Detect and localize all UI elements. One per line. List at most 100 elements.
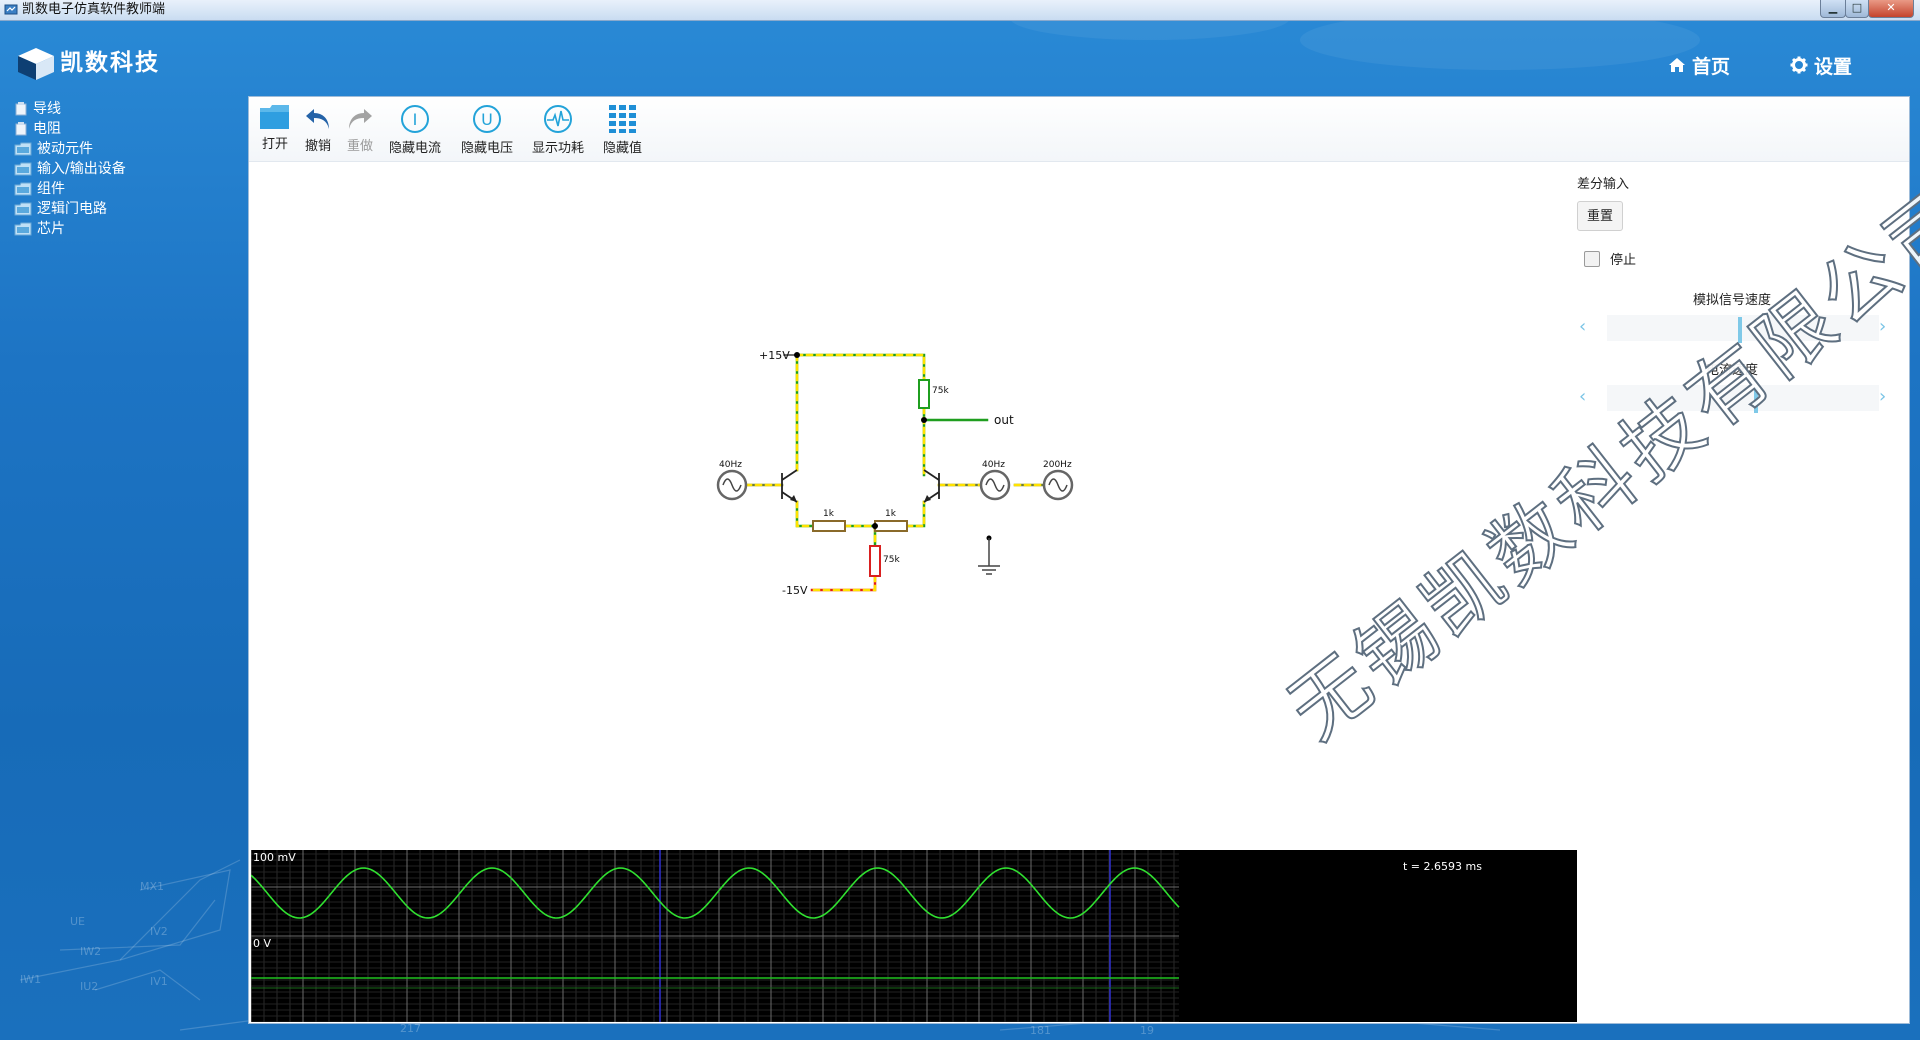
folder-icon xyxy=(14,142,32,156)
tree-item-label: 导线 xyxy=(33,101,61,117)
ground-symbol[interactable] xyxy=(978,538,1000,575)
nav-home-label: 首页 xyxy=(1692,55,1731,78)
current-speed-slider[interactable]: ‹ › xyxy=(1579,383,1891,413)
emitter-resistor-left-value: 1k xyxy=(823,509,835,519)
slider-thumb[interactable] xyxy=(1754,387,1758,413)
undo-label: 撤销 xyxy=(304,139,331,154)
reset-button[interactable]: 重置 xyxy=(1577,201,1623,231)
ac-source-right[interactable] xyxy=(979,469,1011,501)
show-power-button[interactable]: 显示功耗 xyxy=(532,103,584,159)
svg-text:MX1: MX1 xyxy=(140,880,164,893)
slider-track[interactable] xyxy=(1607,315,1879,343)
slider-track[interactable] xyxy=(1607,385,1879,413)
emitter-resistor-right[interactable] xyxy=(874,520,908,532)
maximize-button[interactable]: □ xyxy=(1845,0,1869,18)
open-button[interactable]: 打开 xyxy=(259,103,291,159)
chevron-right-icon[interactable]: › xyxy=(1879,318,1886,336)
hide-voltage-label: 隐藏电压 xyxy=(461,141,514,156)
panel-title: 差分输入 xyxy=(1577,177,1630,192)
hide-current-label: 隐藏电流 xyxy=(389,141,442,156)
power-wave-icon xyxy=(544,105,572,133)
component-icon xyxy=(15,122,27,136)
stop-label: 停止 xyxy=(1610,253,1637,268)
ac-source-far[interactable] xyxy=(1042,469,1074,501)
folder-open-icon xyxy=(260,105,289,129)
tail-resistor-value: 75k xyxy=(883,555,900,565)
close-button[interactable]: ✕ xyxy=(1868,0,1914,18)
svg-text:U: U xyxy=(481,110,493,129)
sim-speed-label: 模拟信号速度 xyxy=(1692,293,1771,308)
tree-item-logic-gates[interactable]: 逻辑门电路 xyxy=(14,199,244,219)
svg-text:I: I xyxy=(413,110,418,129)
circuit-diagram[interactable]: 75k 1k 1k 75k +15V -15V out 40Hz 40Hz 20… xyxy=(249,162,1579,847)
chevron-left-icon[interactable]: ‹ xyxy=(1579,388,1586,406)
circuit-canvas[interactable]: 75k 1k 1k 75k +15V -15V out 40Hz 40Hz 20… xyxy=(249,162,1579,847)
folder-icon xyxy=(14,202,32,216)
scope-plot xyxy=(251,850,1180,1022)
toolbar: 打开 撤销 重做 I 隐藏电流 U 隐藏电压 显示功耗 隐藏值 xyxy=(249,97,1909,162)
folder-icon xyxy=(14,162,32,176)
nav-settings[interactable]: 设置 xyxy=(1790,52,1852,78)
slider-thumb[interactable] xyxy=(1738,317,1742,343)
emitter-resistor-right-value: 1k xyxy=(885,509,897,519)
svg-text:IW1: IW1 xyxy=(20,973,41,986)
svg-text:IW2: IW2 xyxy=(80,945,101,958)
logo-mark-icon xyxy=(18,48,54,80)
transistor-left[interactable] xyxy=(781,469,798,503)
scope-zero-label: 0 V xyxy=(253,937,272,950)
tree-item-label: 逻辑门电路 xyxy=(37,201,107,217)
brand-name: 凯数科技 xyxy=(60,50,160,76)
emitter-resistor-left[interactable] xyxy=(812,520,846,532)
app-window: MX1 UE IW2 IV2 IW1 IU2 IV1 217 181 19 凯数电子仿真软… xyxy=(0,0,1920,1040)
scope-top-label: 100 mV xyxy=(253,851,296,864)
tree-item-resistor[interactable]: 电阻 xyxy=(14,119,244,139)
nav-settings-label: 设置 xyxy=(1814,55,1853,78)
hide-values-label: 隐藏值 xyxy=(603,141,643,156)
tree-item-label: 输入/输出设备 xyxy=(37,161,126,177)
window-title: 凯数电子仿真软件教师端 xyxy=(22,2,166,17)
tree-item-wire[interactable]: 导线 xyxy=(14,99,244,119)
redo-button[interactable]: 重做 xyxy=(345,103,375,159)
component-icon xyxy=(15,102,27,116)
hide-voltage-button[interactable]: U 隐藏电压 xyxy=(461,103,513,159)
tail-resistor[interactable] xyxy=(869,545,881,577)
hide-values-button[interactable]: 隐藏值 xyxy=(603,103,642,159)
hide-current-button[interactable]: I 隐藏电流 xyxy=(389,103,441,159)
vcc-label: +15V xyxy=(759,349,790,362)
stop-checkbox[interactable]: 停止 xyxy=(1584,249,1636,268)
home-icon xyxy=(1669,58,1685,72)
tree-item-label: 组件 xyxy=(37,181,65,197)
transistor-right[interactable] xyxy=(923,469,940,503)
redo-icon xyxy=(349,109,372,129)
ac-source-left[interactable] xyxy=(716,469,748,501)
gear-icon xyxy=(1790,56,1808,74)
ac-source-far-freq: 200Hz xyxy=(1043,460,1072,470)
chevron-right-icon[interactable]: › xyxy=(1879,388,1886,406)
chevron-left-icon[interactable]: ‹ xyxy=(1579,318,1586,336)
svg-text:IU2: IU2 xyxy=(80,980,98,993)
voltage-u-icon: U xyxy=(473,105,501,133)
tree-item-label: 电阻 xyxy=(33,121,61,137)
output-label: out xyxy=(994,413,1014,427)
oscilloscope[interactable]: 100 mV 0 V t = 2.6593 ms xyxy=(251,850,1577,1022)
current-i-icon: I xyxy=(401,105,429,133)
brand-logo: 凯数科技 xyxy=(14,46,164,82)
undo-icon xyxy=(306,109,329,129)
scope-time-label: t = 2.6593 ms xyxy=(1403,860,1482,873)
folder-icon xyxy=(14,182,32,196)
tree-item-chips[interactable]: 芯片 xyxy=(14,219,244,239)
folder-icon xyxy=(14,222,32,236)
ac-source-right-freq: 40Hz xyxy=(982,460,1005,470)
tree-item-components[interactable]: 组件 xyxy=(14,179,244,199)
nav-home[interactable]: 首页 xyxy=(1668,52,1730,78)
minimize-button[interactable]: ▁ xyxy=(1820,0,1846,18)
svg-text:IV2: IV2 xyxy=(150,925,168,938)
collector-resistor[interactable] xyxy=(918,379,930,409)
checkbox-box[interactable] xyxy=(1584,250,1600,267)
sim-speed-slider[interactable]: ‹ › xyxy=(1579,313,1891,343)
tree-item-io-devices[interactable]: 输入/输出设备 xyxy=(14,159,244,179)
undo-button[interactable]: 撤销 xyxy=(303,103,333,159)
svg-text:19: 19 xyxy=(1140,1024,1154,1037)
tree-item-passive[interactable]: 被动元件 xyxy=(14,139,244,159)
tree-item-label: 芯片 xyxy=(37,221,65,237)
